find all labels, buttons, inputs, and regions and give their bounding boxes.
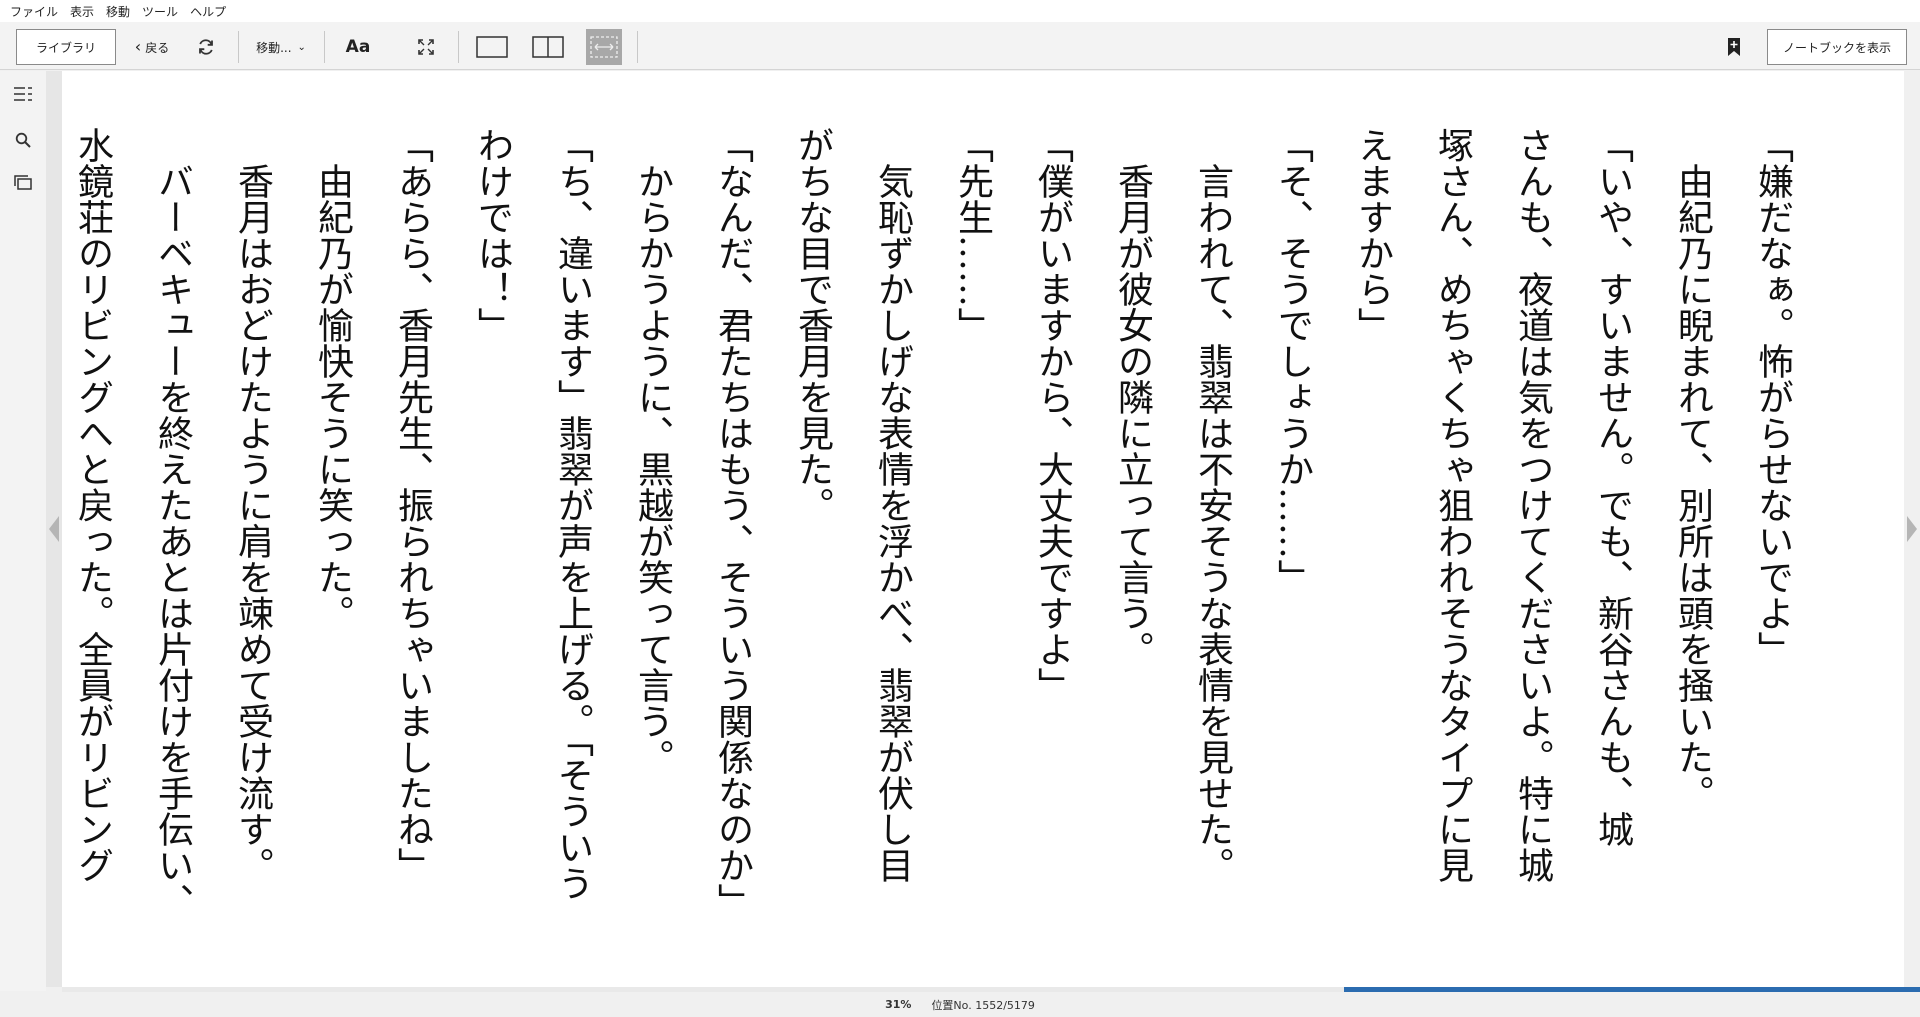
toolbar: ライブラリ ‹ 戻る 移動... ⌄ Aa ノートブックを表示	[0, 22, 1920, 70]
menu-view[interactable]: 表示	[66, 3, 102, 20]
font-settings-label: Aa	[345, 37, 371, 57]
back-button[interactable]: ‹ 戻る	[128, 29, 176, 65]
text-line: 言われて、翡翠は不安そうな表情を見せた。	[1192, 127, 1233, 883]
text-line: わけでは！」	[472, 127, 513, 343]
text-line: 「僕がいますから、大丈夫ですよ」	[1032, 127, 1073, 703]
side-rail	[0, 71, 46, 991]
text-line: 「嫌だなぁ。怖がらせないでよ」	[1752, 127, 1793, 667]
chevron-left-icon: ‹	[134, 37, 142, 56]
text-line: バーベキューを終えたあとは片付けを手伝い、	[152, 127, 193, 919]
menu-tools[interactable]: ツール	[138, 3, 186, 20]
text-line: 「なんだ、君たちはもう、そういう関係なのか」	[712, 127, 753, 919]
cards-icon	[14, 175, 32, 190]
previous-page-button[interactable]	[46, 71, 62, 987]
text-line: えますから」	[1352, 127, 1393, 343]
show-notebook-button[interactable]: ノートブックを表示	[1767, 29, 1907, 65]
bookmark-button[interactable]	[1718, 29, 1750, 65]
menu-bar: ファイル 表示 移動 ツール ヘルプ	[0, 0, 1920, 22]
text-line: がちな目で香月を見た。	[792, 127, 833, 523]
menu-go[interactable]: 移動	[102, 3, 138, 20]
two-page-icon	[532, 36, 564, 58]
fit-width-icon	[590, 36, 618, 58]
toc-button[interactable]	[8, 79, 38, 109]
bookmark-add-icon	[1728, 38, 1740, 56]
goto-dropdown-label: 移動...	[256, 40, 292, 55]
back-button-label: 戻る	[145, 40, 170, 55]
two-column-button[interactable]	[528, 29, 568, 65]
text-line: 気恥ずかしげな表情を浮かべ、翡翠が伏し目	[872, 127, 913, 883]
text-line: 「あらら、香月先生、振られちゃいましたね」	[392, 127, 433, 883]
chevron-down-icon: ⌄	[297, 41, 306, 53]
table-of-contents-icon	[14, 87, 32, 101]
toolbar-divider	[238, 31, 239, 63]
library-button-label: ライブラリ	[35, 40, 96, 55]
menu-file[interactable]: ファイル	[6, 3, 66, 20]
text-line: 「いや、すいません。でも、新谷さんも、城	[1592, 127, 1633, 847]
text-line: 「先生……」	[952, 127, 993, 343]
toolbar-divider	[637, 31, 638, 63]
library-button[interactable]: ライブラリ	[16, 29, 116, 65]
search-button[interactable]	[8, 125, 38, 155]
menu-help[interactable]: ヘルプ	[186, 3, 234, 20]
text-line: 水鏡荘のリビングへと戻った。全員がリビング	[72, 127, 113, 883]
fullscreen-icon	[418, 39, 434, 55]
triangle-left-icon	[49, 516, 59, 542]
single-page-icon	[476, 36, 508, 58]
text-line: 香月が彼女の隣に立って言う。	[1112, 127, 1153, 667]
next-page-button[interactable]	[1904, 71, 1920, 987]
text-line: さんも、夜道は気をつけてくださいよ。特に城	[1512, 127, 1553, 883]
show-notebook-label: ノートブックを表示	[1782, 40, 1891, 55]
font-settings-button[interactable]: Aa	[340, 29, 376, 65]
sync-button[interactable]	[188, 29, 224, 65]
status-bar: 31% 位置No. 1552/5179	[0, 992, 1920, 1017]
text-line: 「ち、違います」翡翠が声を上げる。「そういう	[552, 127, 593, 901]
single-column-button[interactable]	[472, 29, 512, 65]
text-line: 香月はおどけたように肩を竦めて受け流す。	[232, 127, 273, 883]
goto-dropdown[interactable]: 移動... ⌄	[250, 29, 312, 65]
text-line: からかうように、黒越が笑って言う。	[632, 127, 673, 775]
location-indicator: 位置No. 1552/5179	[931, 998, 1035, 1012]
flashcards-button[interactable]	[8, 168, 38, 198]
refresh-icon	[199, 39, 213, 55]
fullscreen-button[interactable]	[408, 29, 444, 65]
text-line: 「そ、そうでしょうか……」	[1272, 127, 1313, 595]
toolbar-divider	[458, 31, 459, 63]
search-icon	[15, 132, 31, 148]
text-line: 塚さん、めちゃくちゃ狙われそうなタイプに見	[1432, 127, 1473, 883]
triangle-right-icon	[1907, 516, 1917, 542]
fit-width-button[interactable]	[586, 29, 622, 65]
toolbar-divider	[324, 31, 325, 63]
progress-percent: 31%	[885, 998, 912, 1011]
text-line: 由紀乃が愉快そうに笑った。	[312, 127, 353, 631]
book-text: 「嫌だなぁ。怖がらせないでよ」 由紀乃に睨まれて、別所は頭を掻いた。 「いや、すい…	[62, 127, 1812, 957]
text-line: 由紀乃に睨まれて、別所は頭を掻いた。	[1672, 127, 1713, 811]
reading-page[interactable]: 「嫌だなぁ。怖がらせないでよ」 由紀乃に睨まれて、別所は頭を掻いた。 「いや、すい…	[62, 71, 1904, 987]
